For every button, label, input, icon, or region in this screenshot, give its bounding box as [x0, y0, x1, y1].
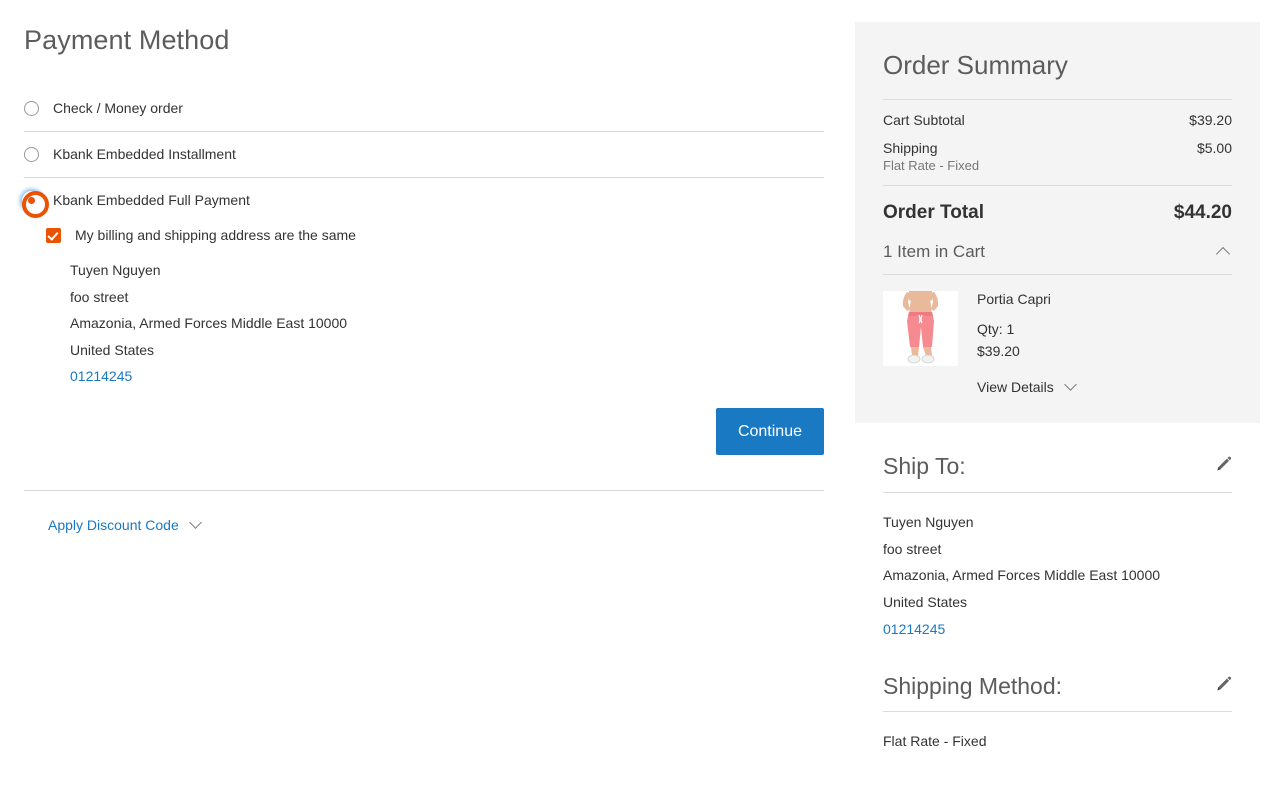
order-total-value: $44.20: [1173, 202, 1232, 224]
continue-button-row: Continue: [24, 407, 824, 455]
shipping-method-block: Shipping Method: Flat Rate - Fixed: [855, 673, 1260, 755]
cart-subtotal-row: Cart Subtotal $39.20: [883, 100, 1232, 128]
billing-address-line: Tuyen Nguyen: [70, 262, 161, 279]
shipping-value: $5.00: [1196, 140, 1232, 157]
billing-address-line: foo street: [70, 288, 129, 305]
shipping-note: Flat Rate - Fixed: [883, 158, 980, 174]
ship-to-block: Ship To: Tuyen Nguyen foo street Amazoni…: [855, 453, 1260, 643]
order-summary-panel: Order Summary Cart Subtotal $39.20 Shipp…: [855, 22, 1260, 424]
shipping-label: Shipping: [883, 140, 938, 157]
chevron-up-icon[interactable]: [1215, 247, 1231, 262]
billing-address-lines: Tuyen Nguyen foo street Amazonia, Armed …: [46, 257, 824, 390]
payment-method-list: Check / Money order Kbank Embedded Insta…: [22, 86, 824, 455]
view-details-label: View Details: [977, 379, 1054, 396]
radio-check-money-order[interactable]: [24, 101, 39, 117]
chevron-down-icon: [1063, 378, 1077, 392]
page-title: Payment Method: [24, 25, 230, 55]
ship-to-phone-link[interactable]: 01214245: [883, 616, 1232, 643]
order-total-row: Order Total $44.20: [883, 186, 1232, 242]
payment-option-kbank-full-payment[interactable]: Kbank Embedded Full Payment My billing a…: [22, 178, 824, 455]
billing-address-block: My billing and shipping address are the …: [24, 223, 824, 390]
items-in-cart-toggle[interactable]: 1 Item in Cart: [883, 242, 1232, 274]
shipping-method-body: Flat Rate - Fixed: [883, 712, 1232, 755]
payment-method-column: Payment Method Check / Money order Kbank…: [22, 0, 824, 533]
continue-button[interactable]: Continue: [715, 407, 824, 455]
order-summary-column: Order Summary Cart Subtotal $39.20 Shipp…: [855, 22, 1260, 755]
view-details-toggle[interactable]: View Details: [977, 378, 1077, 396]
billing-address-line: Amazonia, Armed Forces Middle East 10000: [70, 315, 348, 332]
ship-to-line: Tuyen Nguyen: [883, 513, 974, 530]
checkout-page: Payment Method Check / Money order Kbank…: [0, 0, 1270, 806]
billing-same-checkbox[interactable]: [46, 227, 61, 243]
ship-to-header: Ship To:: [883, 453, 1232, 481]
ship-to-line: Amazonia, Armed Forces Middle East 10000: [883, 567, 1161, 584]
payment-option-label: Kbank Embedded Full Payment: [53, 192, 250, 209]
order-summary-title: Order Summary: [883, 50, 1068, 80]
edit-shipping-method-pencil-icon[interactable]: [1214, 675, 1232, 698]
ship-to-line: United States: [883, 594, 968, 611]
payment-option-label: Check / Money order: [53, 100, 183, 117]
radio-kbank-full-payment[interactable]: [22, 191, 49, 219]
payment-option-check-money-order[interactable]: Check / Money order: [24, 86, 824, 131]
billing-phone-link[interactable]: 01214245: [70, 363, 824, 390]
ship-to-line: foo street: [883, 540, 942, 557]
payment-option-kbank-installment[interactable]: Kbank Embedded Installment: [24, 132, 824, 177]
shipping-method-header: Shipping Method:: [883, 673, 1232, 701]
items-in-cart-label: 1 Item in Cart: [883, 242, 986, 262]
ship-to-address: Tuyen Nguyen foo street Amazonia, Armed …: [883, 493, 1232, 643]
payment-option-label: Kbank Embedded Installment: [53, 146, 236, 163]
product-qty: Qty: 1: [977, 321, 1015, 338]
ship-to-title: Ship To:: [883, 453, 966, 480]
edit-ship-to-pencil-icon[interactable]: [1214, 455, 1232, 478]
billing-same-as-shipping-row[interactable]: My billing and shipping address are the …: [46, 227, 824, 243]
cart-item-info: Portia Capri Qty: 1 $39.20 View Details: [958, 291, 1077, 396]
shipping-method-value: Flat Rate - Fixed: [883, 733, 987, 750]
order-total-label: Order Total: [883, 202, 984, 224]
product-price: $39.20: [977, 343, 1020, 360]
cart-item-row: Portia Capri Qty: 1 $39.20 View Details: [883, 275, 1232, 395]
shipping-method-title: Shipping Method:: [883, 672, 1063, 699]
shipping-row: Shipping $5.00: [883, 128, 1232, 156]
billing-same-label: My billing and shipping address are the …: [75, 227, 356, 244]
billing-address-line: United States: [70, 341, 155, 358]
cart-subtotal-value: $39.20: [1189, 112, 1232, 129]
product-name: Portia Capri: [977, 291, 1051, 308]
radio-kbank-installment[interactable]: [24, 147, 39, 163]
apply-discount-code-row[interactable]: Apply Discount Code: [24, 491, 824, 533]
apply-discount-code-link[interactable]: Apply Discount Code: [48, 517, 179, 533]
product-thumbnail: [883, 291, 958, 367]
chevron-down-icon: [188, 516, 202, 529]
cart-subtotal-label: Cart Subtotal: [883, 112, 965, 129]
